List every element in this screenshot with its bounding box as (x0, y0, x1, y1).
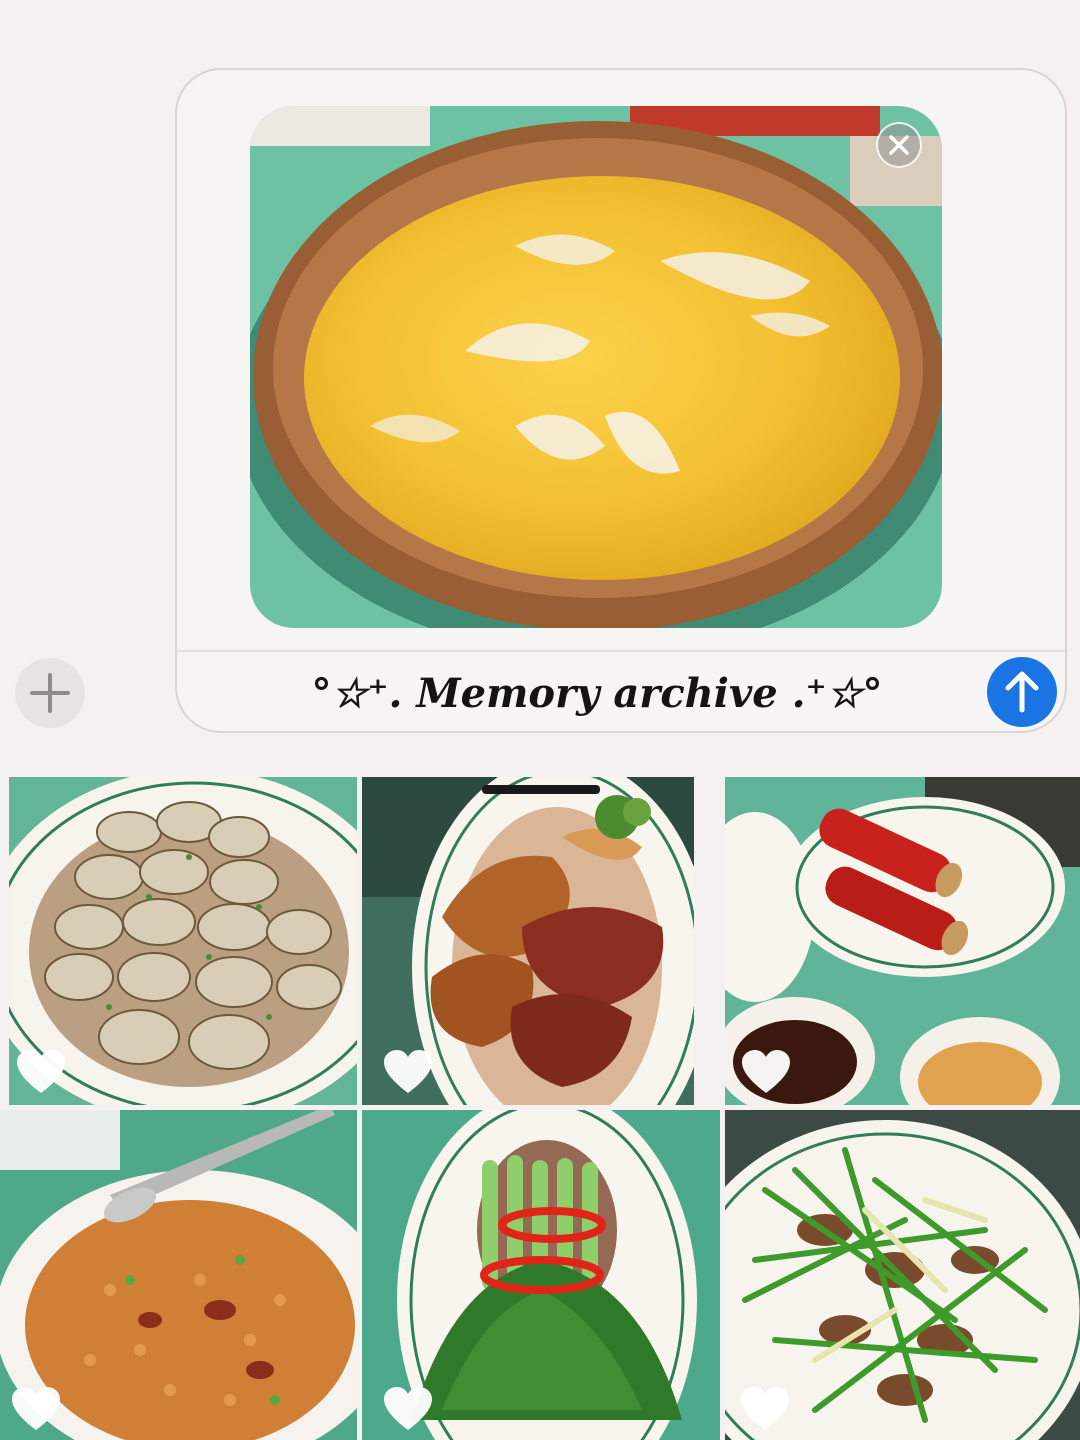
photo-clay-pot-rice[interactable] (0, 1110, 357, 1440)
add-button[interactable] (15, 658, 85, 728)
photo-clams[interactable] (9, 777, 357, 1105)
plus-icon (30, 673, 70, 713)
photo-roast-meats[interactable] (362, 777, 694, 1105)
message-input[interactable]: °☆⁺. Memory archive .⁺☆° (217, 660, 977, 726)
arrow-up-icon (1005, 671, 1039, 713)
favorite-heart-icon[interactable] (10, 1386, 62, 1432)
favorite-heart-icon[interactable] (740, 1049, 792, 1095)
favorite-heart-icon[interactable] (382, 1049, 434, 1095)
favorite-heart-icon[interactable] (739, 1386, 791, 1432)
attached-photo[interactable] (250, 106, 942, 628)
photo-chinese-sausage[interactable] (725, 777, 1080, 1105)
photo-chinese-broccoli[interactable] (362, 1110, 720, 1440)
send-button[interactable] (987, 657, 1057, 727)
soup-photo (250, 106, 942, 628)
composer-divider (177, 650, 1065, 652)
remove-attachment-button[interactable] (876, 122, 922, 168)
favorite-heart-icon[interactable] (15, 1049, 67, 1095)
favorite-heart-icon[interactable] (382, 1386, 434, 1432)
photo-beef-with-chives[interactable] (725, 1110, 1080, 1440)
message-composer: °☆⁺. Memory archive .⁺☆° (175, 68, 1067, 733)
close-icon (889, 135, 909, 155)
